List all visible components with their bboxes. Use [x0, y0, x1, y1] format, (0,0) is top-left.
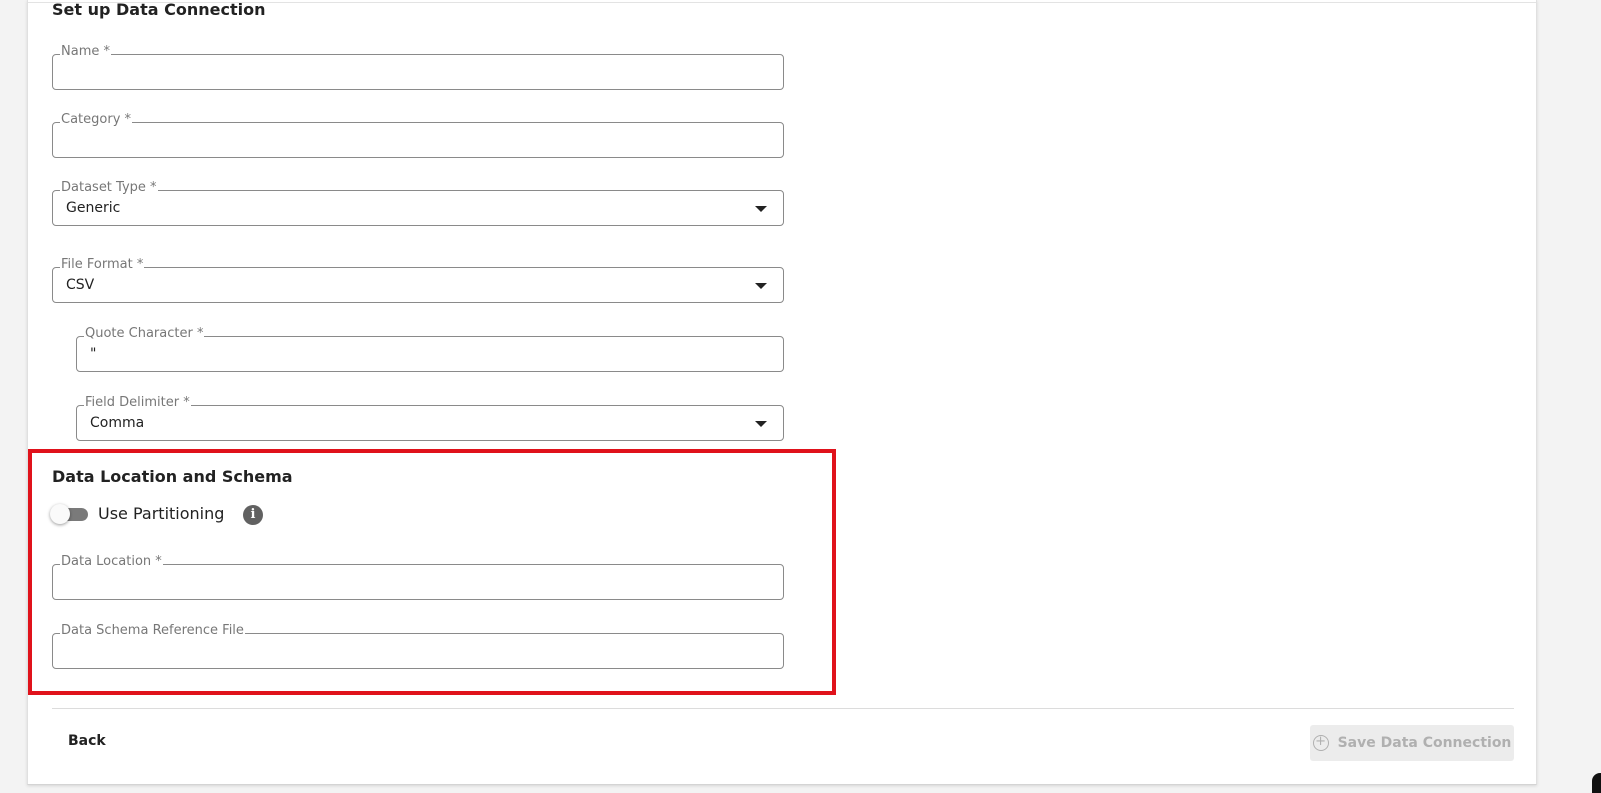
- file-format-value: CSV: [66, 277, 95, 293]
- field-delimiter-select[interactable]: Field Delimiter * Comma: [76, 395, 784, 441]
- file-format-label: File Format *: [60, 257, 145, 273]
- dataset-type-label: Dataset Type *: [60, 180, 158, 196]
- caret-down-icon[interactable]: [755, 421, 767, 427]
- field-delimiter-label: Field Delimiter *: [84, 395, 191, 411]
- dataset-type-value: Generic: [66, 200, 121, 216]
- footer-divider: [52, 708, 1514, 709]
- schema-file-field[interactable]: Data Schema Reference File: [52, 623, 784, 669]
- quote-character-label: Quote Character *: [84, 326, 205, 342]
- quote-character-value: ": [90, 346, 97, 362]
- category-label: Category *: [60, 112, 133, 128]
- save-button-label: Save Data Connection: [1337, 735, 1512, 751]
- info-icon[interactable]: i: [243, 505, 263, 525]
- caret-down-icon[interactable]: [755, 283, 767, 289]
- file-format-select[interactable]: File Format * CSV: [52, 257, 784, 303]
- save-data-connection-button[interactable]: + Save Data Connection: [1310, 725, 1514, 761]
- category-field[interactable]: Category *: [52, 112, 784, 158]
- schema-file-label: Data Schema Reference File: [60, 623, 245, 639]
- data-location-section-title: Data Location and Schema: [52, 467, 293, 486]
- toggle-thumb[interactable]: [50, 504, 70, 524]
- name-label: Name *: [60, 44, 111, 60]
- caret-down-icon[interactable]: [755, 206, 767, 212]
- name-field[interactable]: Name *: [52, 44, 784, 90]
- page-panel: Set up Data Connection Name * Category *…: [27, 0, 1537, 785]
- use-partitioning-toggle[interactable]: [50, 504, 88, 524]
- data-location-label: Data Location *: [60, 554, 163, 570]
- plus-circle-icon: +: [1312, 735, 1329, 751]
- use-partitioning-label: Use Partitioning: [98, 504, 225, 523]
- page-title: Set up Data Connection: [52, 0, 266, 19]
- data-location-field[interactable]: Data Location *: [52, 554, 784, 600]
- field-delimiter-value: Comma: [90, 415, 145, 431]
- dataset-type-select[interactable]: Dataset Type * Generic: [52, 180, 784, 226]
- back-button[interactable]: Back: [58, 729, 116, 753]
- quote-character-field[interactable]: Quote Character * ": [76, 326, 784, 372]
- window-corner: [1592, 773, 1601, 793]
